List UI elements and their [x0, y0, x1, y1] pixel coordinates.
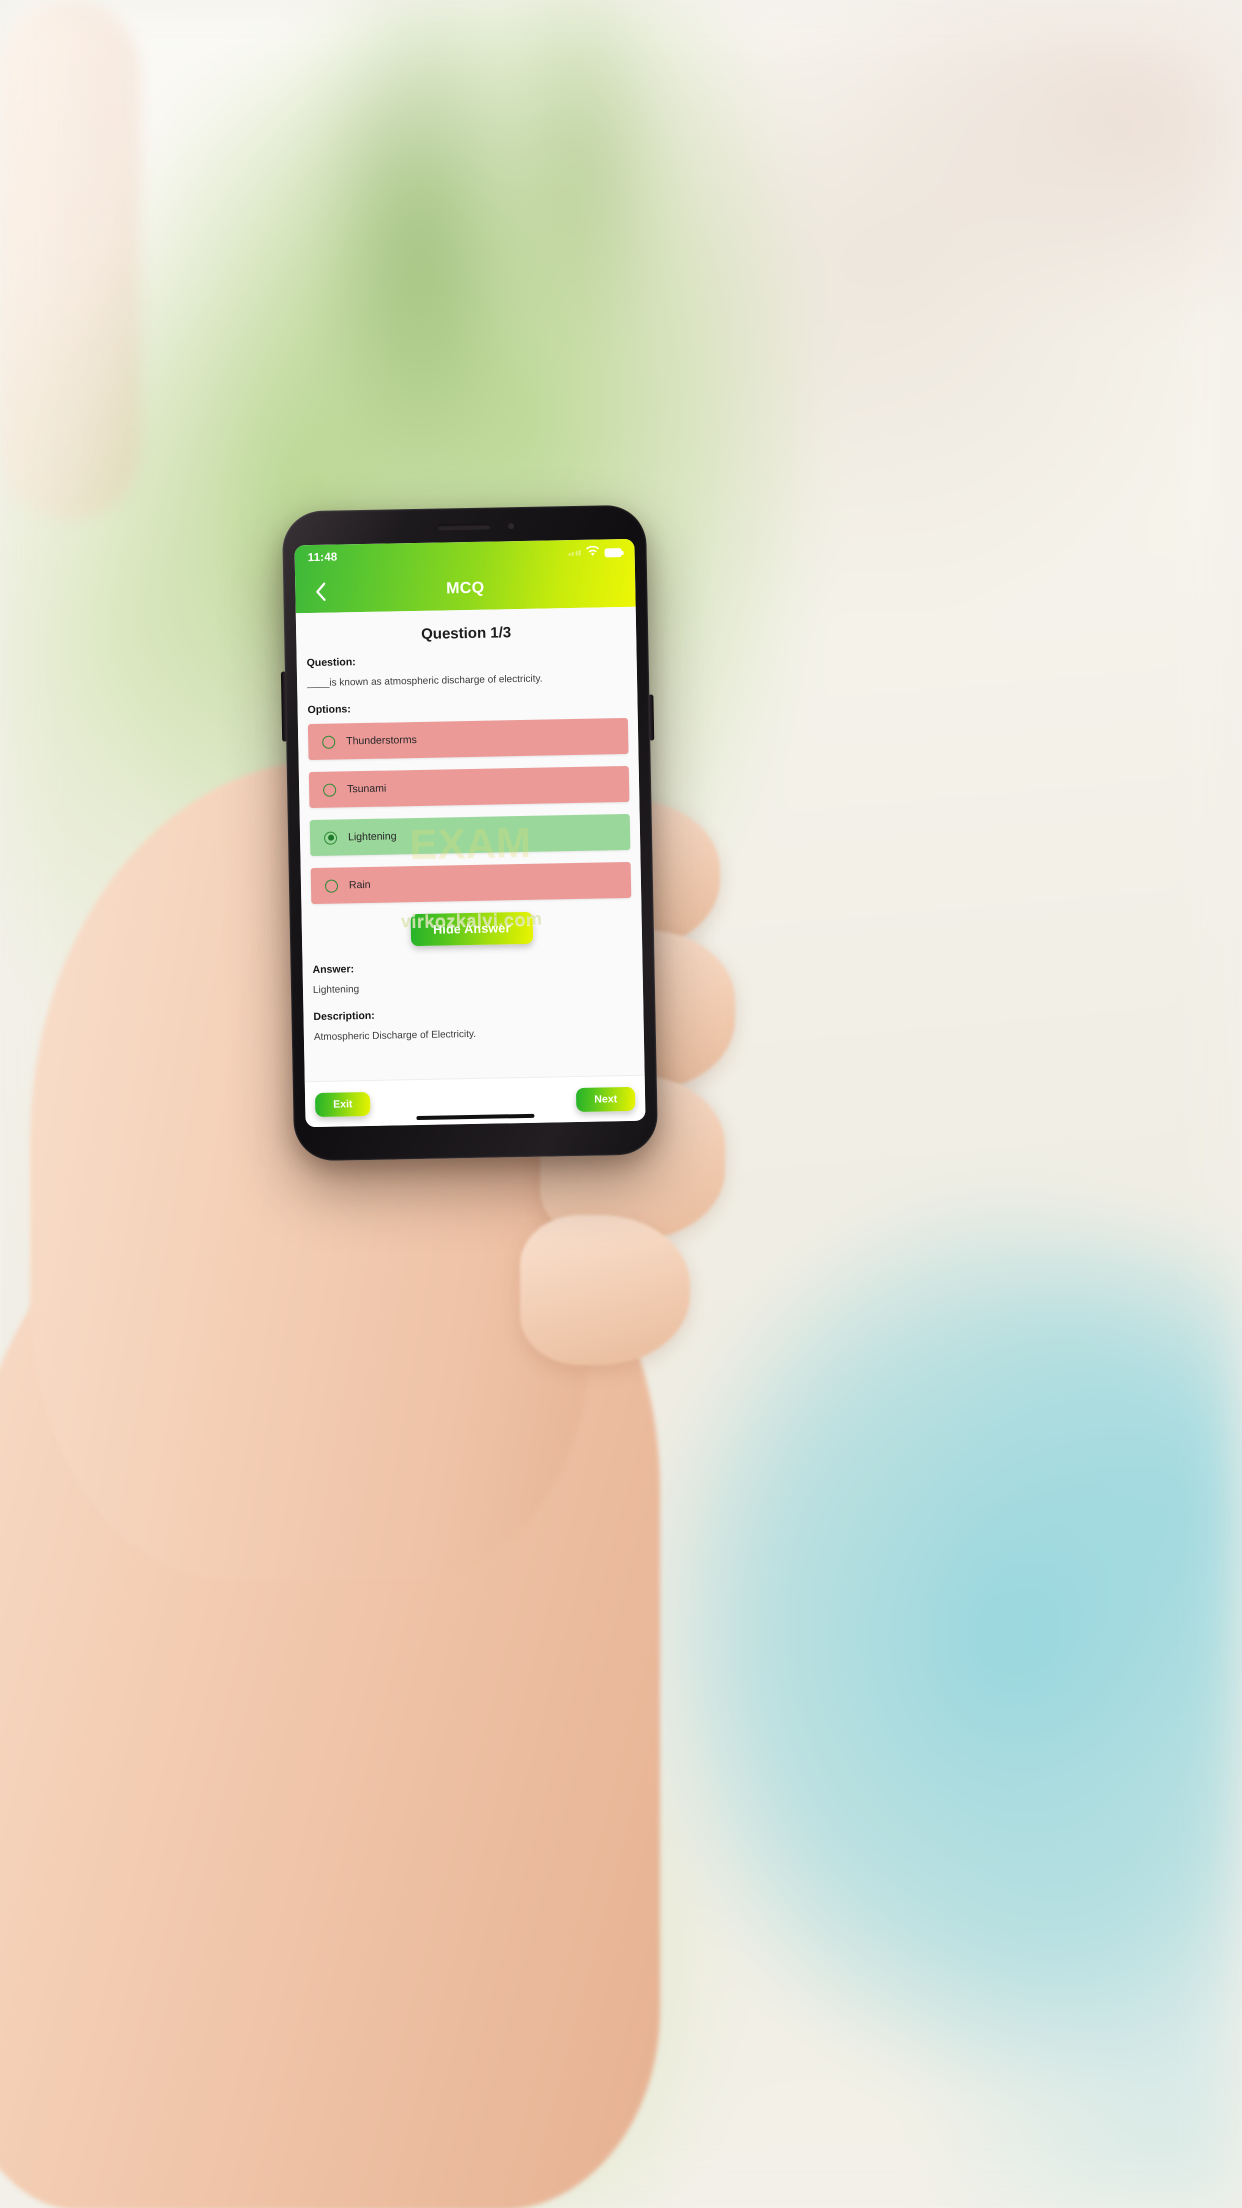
exit-button[interactable]: Exit: [314, 1091, 371, 1117]
status-time: 11:48: [307, 551, 338, 565]
option-label: Tsunami: [347, 782, 387, 796]
phone-screen: 11:48 MCQ EXAM virkozkalvi.com Question …: [294, 538, 646, 1128]
question-progress-title: Question 1/3: [420, 624, 512, 643]
power-button[interactable]: [648, 694, 655, 741]
option-label: Rain: [348, 878, 371, 892]
status-icons: [568, 545, 622, 560]
question-text: ____is known as atmospheric discharge of…: [306, 673, 543, 690]
option-label: Thunderstorms: [346, 734, 417, 748]
description-label: Description:: [313, 1009, 375, 1024]
wifi-icon: [586, 545, 600, 559]
app-bar: 11:48 MCQ: [294, 538, 636, 614]
bottom-bar: Exit Next: [304, 1074, 646, 1128]
nav-bar: MCQ: [295, 565, 636, 614]
signal-dots-icon: [568, 549, 581, 557]
next-button[interactable]: Next: [576, 1086, 636, 1112]
finger-pinky: [520, 1215, 690, 1365]
option-row[interactable]: Thunderstorms: [307, 717, 629, 761]
front-camera: [507, 523, 514, 530]
back-button[interactable]: [307, 579, 333, 605]
description-text: Atmospheric Discharge of Electricity.: [313, 1028, 477, 1044]
option-row-selected[interactable]: Lightening: [309, 813, 631, 857]
finger-highlight: [0, 0, 140, 520]
answer-label: Answer:: [312, 963, 355, 977]
options-label: Options:: [307, 703, 351, 717]
home-indicator[interactable]: [416, 1113, 535, 1121]
page-title: MCQ: [446, 579, 485, 598]
radio-icon[interactable]: [322, 735, 336, 749]
option-label: Lightening: [347, 830, 397, 844]
answer-text: Lightening: [312, 984, 360, 997]
option-row[interactable]: Rain: [310, 861, 632, 905]
toggle-answer-row: Hide Answer: [312, 910, 633, 948]
phone-device: 11:48 MCQ EXAM virkozkalvi.com Question …: [280, 504, 659, 1162]
radio-icon[interactable]: [324, 879, 339, 893]
hide-answer-button[interactable]: Hide Answer: [410, 911, 533, 947]
radio-icon[interactable]: [323, 783, 337, 797]
quiz-content: EXAM virkozkalvi.com Question 1/3 Questi…: [295, 606, 645, 1082]
option-row[interactable]: Tsunami: [308, 765, 630, 809]
chevron-left-icon: [315, 582, 326, 601]
battery-full-icon: [604, 547, 622, 557]
radio-selected-icon[interactable]: [323, 831, 338, 845]
earpiece-speaker: [437, 523, 492, 531]
volume-button[interactable]: [280, 671, 288, 742]
